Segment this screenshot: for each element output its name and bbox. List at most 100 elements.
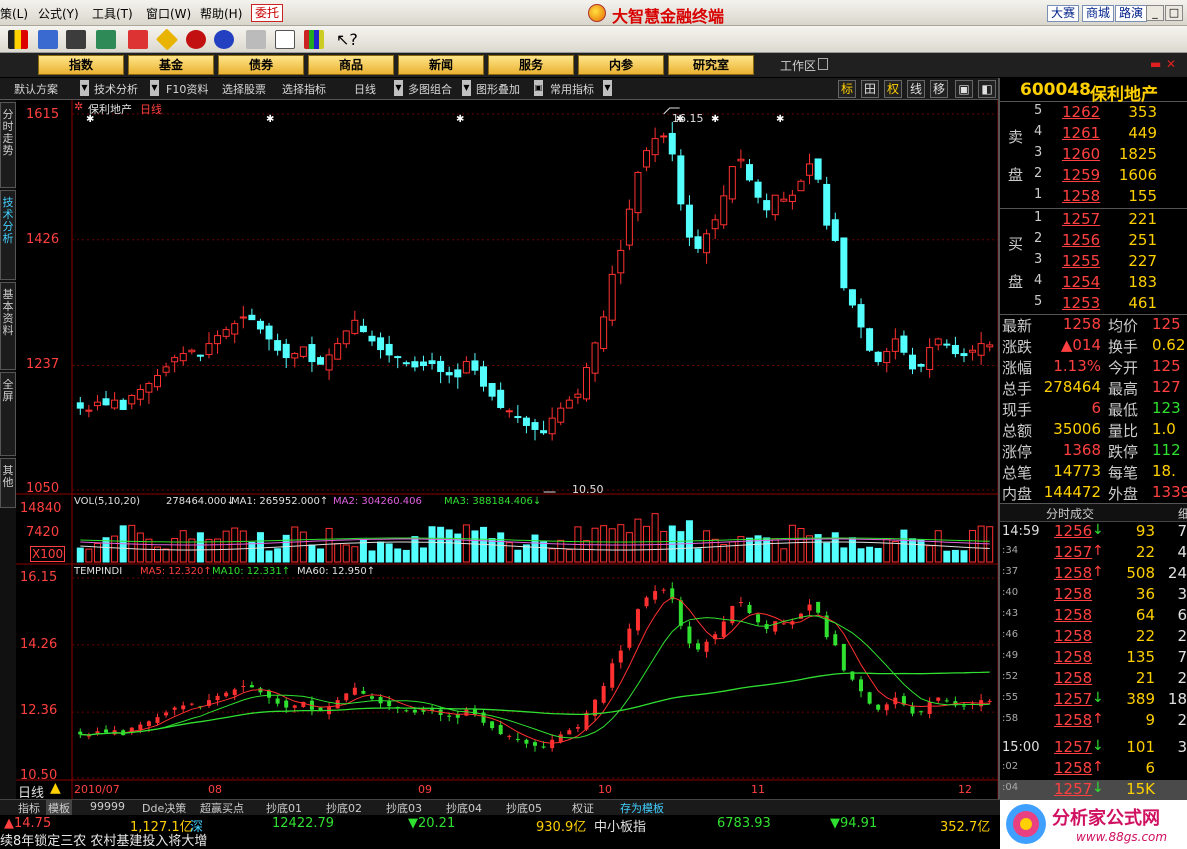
- tool-line[interactable]: 线: [907, 80, 925, 98]
- dropdown-icon[interactable]: [818, 58, 828, 70]
- chart-gear-icon[interactable]: ✲: [74, 100, 83, 113]
- tick-price[interactable]: 1258: [1054, 627, 1092, 645]
- tick-price[interactable]: 1258: [1054, 759, 1092, 777]
- trade-tab[interactable]: 委托: [251, 4, 284, 22]
- tab-bottom01[interactable]: 抄底01: [266, 800, 302, 816]
- tool-panel[interactable]: ◧: [978, 80, 996, 98]
- nav-service[interactable]: 服务: [488, 55, 574, 75]
- tab-template[interactable]: 模板: [46, 800, 72, 816]
- tick-price[interactable]: 1258: [1054, 564, 1092, 582]
- tab-bottom03[interactable]: 抄底03: [386, 800, 422, 816]
- print-icon[interactable]: [246, 30, 266, 49]
- nav-insider[interactable]: 内参: [578, 55, 664, 75]
- books-icon[interactable]: [304, 30, 324, 49]
- daily-period-button[interactable]: 日线: [354, 81, 376, 97]
- tick-price[interactable]: 1256: [1054, 522, 1092, 540]
- tick-price[interactable]: 1258: [1054, 585, 1092, 603]
- tech-dropdown-icon[interactable]: ▼: [150, 80, 159, 96]
- minimize-icon[interactable]: _: [1146, 5, 1164, 21]
- multi-dropdown-icon[interactable]: ▼: [462, 80, 471, 96]
- blue-circle-icon[interactable]: [214, 30, 234, 49]
- tick-price[interactable]: 1258: [1054, 711, 1092, 729]
- maximize-icon[interactable]: □: [1165, 5, 1183, 21]
- tick-price[interactable]: 1258: [1054, 669, 1092, 687]
- menu-tools[interactable]: 工具(T): [92, 5, 133, 22]
- nav-index[interactable]: 指数: [38, 55, 124, 75]
- restore-icon[interactable]: ▬: [1150, 57, 1161, 71]
- menu-strategy[interactable]: 策(L): [0, 5, 28, 22]
- multi-chart-button[interactable]: 多图组合: [408, 81, 452, 97]
- period-dropdown-icon[interactable]: ▼: [394, 80, 403, 96]
- tool-window[interactable]: ▣: [955, 80, 973, 98]
- diamond-icon[interactable]: [155, 28, 179, 51]
- nav-bond[interactable]: 债券: [218, 55, 304, 75]
- select-stock-button[interactable]: 选择股票: [222, 81, 266, 97]
- flag-icon[interactable]: [8, 30, 28, 49]
- binoculars-icon[interactable]: [66, 30, 86, 49]
- event-marker[interactable]: ✱: [456, 114, 464, 125]
- tick-price[interactable]: 1257: [1054, 690, 1092, 708]
- select-indicator-button[interactable]: 选择指标: [282, 81, 326, 97]
- tool-mark[interactable]: 标: [838, 80, 856, 98]
- book-price[interactable]: 1261: [1062, 124, 1100, 142]
- book-price[interactable]: 1256: [1062, 231, 1100, 249]
- book-price[interactable]: 1260: [1062, 145, 1100, 163]
- event-marker[interactable]: ✱: [266, 114, 274, 125]
- event-marker[interactable]: ✱: [776, 114, 784, 125]
- book-price[interactable]: 1258: [1062, 187, 1100, 205]
- link-roadshow[interactable]: 路演: [1115, 5, 1148, 22]
- people-icon[interactable]: [96, 30, 116, 49]
- tab-tech-analysis[interactable]: 技术分析: [0, 190, 16, 280]
- tool-move[interactable]: 移: [930, 80, 948, 98]
- red-circle-icon[interactable]: [186, 30, 206, 49]
- ticker-text[interactable]: 续8年锁定三农 农村基建投入将大增: [0, 834, 207, 849]
- scheme-button[interactable]: 默认方案: [14, 81, 58, 97]
- tool-grid[interactable]: 田: [861, 80, 879, 98]
- menu-formula[interactable]: 公式(Y): [38, 5, 79, 22]
- work-area-label[interactable]: 工作区: [780, 57, 816, 74]
- tab-99999[interactable]: 99999: [90, 800, 125, 813]
- overlay-button[interactable]: 图形叠加: [476, 81, 520, 97]
- book-price[interactable]: 1259: [1062, 166, 1100, 184]
- grid-icon[interactable]: [38, 30, 58, 49]
- link-mall[interactable]: 商城: [1082, 5, 1115, 22]
- tab-intraday[interactable]: 分时走势: [0, 102, 16, 188]
- tab-fundamentals[interactable]: 基本资料: [0, 282, 16, 370]
- close-icon[interactable]: ✕: [1166, 57, 1176, 71]
- tab-indicator[interactable]: 指标: [18, 800, 40, 816]
- alert-icon[interactable]: [128, 30, 148, 49]
- menu-help[interactable]: 帮助(H): [200, 5, 242, 22]
- tab-bottom04[interactable]: 抄底04: [446, 800, 482, 816]
- tab-bottom05[interactable]: 抄底05: [506, 800, 542, 816]
- link-contest[interactable]: 大赛: [1047, 5, 1080, 22]
- tab-warrant[interactable]: 权证: [572, 800, 594, 816]
- ticks-detail-label[interactable]: 细: [1178, 505, 1187, 522]
- news-ticker[interactable]: 续8年锁定三农 农村基建投入将大增: [0, 834, 1000, 849]
- tick-price[interactable]: 1257: [1054, 738, 1092, 756]
- tab-super-buy[interactable]: 超赢买点: [200, 800, 244, 816]
- event-marker[interactable]: ✱: [711, 114, 719, 125]
- book-price[interactable]: 1254: [1062, 273, 1100, 291]
- tab-fullscreen[interactable]: 全屏: [0, 372, 16, 456]
- book-price[interactable]: 1257: [1062, 210, 1100, 228]
- tech-analysis-button[interactable]: 技术分析: [94, 81, 138, 97]
- scheme-dropdown-icon[interactable]: ▼: [80, 80, 89, 96]
- tick-price[interactable]: 1258: [1054, 606, 1092, 624]
- nav-research[interactable]: 研究室: [668, 55, 754, 75]
- save-template-button[interactable]: 存为模板: [620, 800, 664, 816]
- tab-dde[interactable]: Dde决策: [142, 800, 186, 816]
- nav-fund[interactable]: 基金: [128, 55, 214, 75]
- menu-window[interactable]: 窗口(W): [146, 5, 191, 22]
- kline-chart[interactable]: ✱ ✱ ✱ ✱ ✱ ✱: [16, 100, 1000, 800]
- common-dropdown-icon[interactable]: ▼: [603, 80, 612, 96]
- nav-commodity[interactable]: 商品: [308, 55, 394, 75]
- book-price[interactable]: 1262: [1062, 103, 1100, 121]
- help-pointer-icon[interactable]: ↖?: [336, 30, 358, 49]
- common-indicator-button[interactable]: 常用指标: [550, 81, 594, 97]
- lock-icon[interactable]: ▣: [534, 80, 543, 96]
- window-icon[interactable]: [275, 30, 295, 49]
- tool-rights[interactable]: 权: [884, 80, 902, 98]
- tick-price[interactable]: 1257: [1054, 780, 1092, 798]
- tab-bottom02[interactable]: 抄底02: [326, 800, 362, 816]
- book-price[interactable]: 1253: [1062, 294, 1100, 312]
